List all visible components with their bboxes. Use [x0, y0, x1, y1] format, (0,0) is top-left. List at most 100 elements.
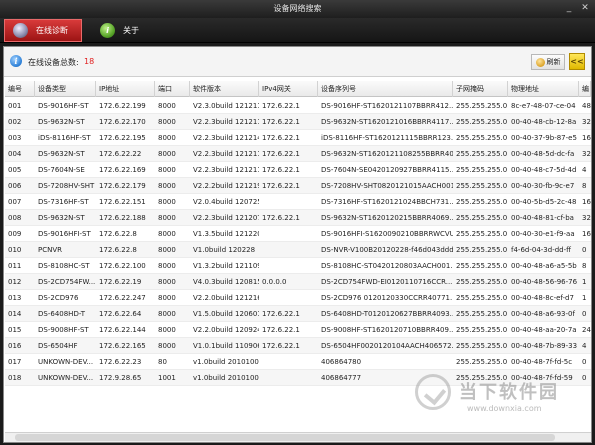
table-row[interactable]: 016 DS-6504HF 172.6.22.165 8000 V1.0.1build … — [5, 338, 591, 354]
table-row[interactable]: 017 UNKOWN-DEV... 172.6.22.23 80 v1.0build 2… — [5, 354, 591, 370]
column-port-header[interactable]: 端口 — [155, 81, 190, 97]
column-index-cell: 005 — [8, 166, 22, 174]
table-row[interactable]: 005 DS-7604N-SE 172.6.22.169 8000 V2.2.3buil… — [5, 162, 591, 178]
column-device-type-cell: DS-9632N-ST — [38, 150, 85, 158]
column-ip-cell: 172.6.22.199 — [99, 102, 146, 110]
column-gateway-cell: 172.6.22.1 — [262, 134, 300, 142]
column-subnet-cell: 255.255.255.0 — [456, 102, 508, 110]
column-mac-cell: 00-40-48-8c-ef-d7 — [511, 294, 574, 302]
column-extra-cell: 8 — [582, 262, 587, 270]
info-icon: i — [100, 23, 115, 38]
column-port-cell: 8000 — [158, 230, 176, 238]
watermark-logo-icon — [415, 374, 451, 410]
column-ip-cell: 172.6.22.188 — [99, 214, 146, 222]
refresh-icon — [535, 57, 545, 67]
table-row[interactable]: 003 iDS-8116HF-ST 172.6.22.195 8000 V2.2.3bu… — [5, 130, 591, 146]
column-port-cell: 8000 — [158, 246, 176, 254]
column-subnet-cell: 255.255.255.0 — [456, 118, 508, 126]
column-version-cell: V1.5.0build 120601 — [193, 310, 259, 318]
column-mac-cell: 00-40-48-5d-dc-fa — [511, 150, 575, 158]
column-subnet-cell: 255.255.255.0 — [456, 294, 508, 302]
column-gateway-cell — [259, 226, 318, 242]
column-extra-cell: 4 — [582, 166, 587, 174]
table-row[interactable]: 011 DS-8108HC-ST 172.6.22.100 8000 V1.3.2bui… — [5, 258, 591, 274]
window-controls: _ ✕ — [563, 2, 591, 14]
table-row[interactable]: 002 DS-9632N-ST 172.6.22.170 8000 V2.2.3buil… — [5, 114, 591, 130]
column-mac-header[interactable]: 物理地址 — [508, 81, 579, 97]
column-version-cell: V4.0.3build 120815 — [193, 278, 259, 286]
collapse-button[interactable]: << — [569, 53, 585, 70]
table-row[interactable]: 008 DS-9632N-ST 172.6.22.188 8000 V2.2.3buil… — [5, 210, 591, 226]
column-subnet-cell: 255.255.255.0 — [456, 262, 508, 270]
close-button[interactable]: ✕ — [579, 2, 591, 14]
scrollbar-thumb[interactable] — [15, 434, 555, 441]
column-version-header[interactable]: 软件版本 — [190, 81, 259, 97]
watermark-text: 当下软件园 — [459, 382, 559, 403]
table-row[interactable]: 015 DS-9008HF-ST 172.6.22.144 8000 V2.2.0bui… — [5, 322, 591, 338]
column-ip-cell: 172.6.22.100 — [99, 262, 146, 270]
column-subnet-cell: 255.255.255.0 — [456, 326, 508, 334]
column-device-type-header[interactable]: 设备类型 — [35, 81, 96, 97]
column-subnet-cell: 255.255.255.0 — [456, 278, 508, 286]
column-subnet-cell: 255.255.255.0 — [456, 246, 508, 254]
column-mac-cell: 00-40-30-e1-f9-aa — [511, 230, 575, 238]
column-extra-header[interactable]: 编 — [579, 81, 591, 97]
column-ip-cell: 172.6.22.144 — [99, 326, 146, 334]
column-version-cell: V2.0.4build 120725 — [193, 198, 259, 206]
title-bar[interactable]: 设备网络搜索 _ ✕ — [0, 0, 595, 18]
column-device-type-cell: DS-7316HF-ST — [38, 198, 89, 206]
table-row[interactable]: 001 DS-9016HF-ST 172.6.22.199 8000 V2.3.0bui… — [5, 98, 591, 114]
app-window: 设备网络搜索 _ ✕ 在线诊断 i 关于 i 在线设备总数: 18 刷新 << … — [0, 0, 595, 445]
column-serial-cell: DS-7316HF-ST1620121024BBCH731... — [321, 198, 453, 206]
table-row[interactable]: 007 DS-7316HF-ST 172.6.22.151 8000 V2.0.4bui… — [5, 194, 591, 210]
column-device-type-cell: DS-9016HFI-ST — [38, 230, 91, 238]
column-extra-cell: 8 — [582, 182, 587, 190]
table-row[interactable]: 013 DS-2CD976 172.6.22.247 8000 V2.2.0build … — [5, 290, 591, 306]
column-extra-cell: 16 — [582, 198, 591, 206]
column-gateway-header[interactable]: IPv4网关 — [259, 81, 318, 97]
column-port-cell: 8000 — [158, 134, 176, 142]
tab-online-diagnosis[interactable]: 在线诊断 — [4, 19, 82, 42]
column-serial-cell: DS-9016HFI-S1620090210BBRRWCVU... — [321, 230, 453, 238]
column-ip-header[interactable]: IP地址 — [96, 81, 155, 97]
tab-about[interactable]: i 关于 — [92, 19, 166, 42]
column-serial-cell: DS-9008HF-ST1620120710BBRR409... — [321, 326, 453, 334]
column-subnet-header[interactable]: 子网掩码 — [453, 81, 508, 97]
column-serial-cell: DS-6408HD-T0120120627BBRR4093... — [321, 310, 453, 318]
column-index-header[interactable]: 编号 — [5, 81, 35, 97]
table-row[interactable]: 012 DS-2CD754FW... 172.6.22.19 8000 V4.0.3bu… — [5, 274, 591, 290]
watermark: 当下软件园 www.downxia.com — [415, 374, 591, 434]
column-version-cell: V1.0.1build 110906 — [193, 342, 259, 350]
column-mac-cell: 00-40-48-c7-5d-4d — [511, 166, 577, 174]
column-index-cell: 012 — [8, 278, 22, 286]
column-mac-cell: 00-40-48-a6-a5-5b — [511, 262, 577, 270]
table-row[interactable]: 010 PCNVR 172.6.22.8 8000 V1.0build 120228 DS… — [5, 242, 591, 258]
column-subnet-cell: 255.255.255.0 — [456, 230, 508, 238]
column-gateway-cell: 172.6.22.1 — [262, 118, 300, 126]
column-device-type-cell: DS-9008HF-ST — [38, 326, 89, 334]
column-device-type-cell: DS-2CD976 — [38, 294, 79, 302]
tab-label: 关于 — [123, 26, 139, 35]
column-port-cell: 8000 — [158, 118, 176, 126]
column-gateway-cell — [259, 370, 318, 386]
column-subnet-cell: 255.255.255.0 — [456, 182, 508, 190]
table-row[interactable]: 014 DS-6408HD-T 172.6.22.64 8000 V1.5.0build… — [5, 306, 591, 322]
column-version-cell: V2.2.3build 121211 — [193, 118, 259, 126]
table-row[interactable]: 004 DS-9632N-ST 172.6.22.22 8000 V2.2.3build… — [5, 146, 591, 162]
column-index-cell: 009 — [8, 230, 22, 238]
column-serial-cell: DS-8108HC-ST0420120803AACH001... — [321, 262, 453, 270]
column-extra-cell: 0 — [582, 358, 587, 366]
table-row[interactable]: 009 DS-9016HFI-ST 172.6.22.8 8000 V1.3.5buil… — [5, 226, 591, 242]
column-subnet-cell: 255.255.255.0 — [456, 166, 508, 174]
column-ip-cell: 172.6.22.22 — [99, 150, 142, 158]
column-serial-header[interactable]: 设备序列号 — [318, 81, 453, 97]
column-mac-cell: 00-40-48-7f-fd-5c — [511, 358, 573, 366]
table-row[interactable]: 006 DS-7208HV-SHT 172.6.22.179 8000 V2.2.2bu… — [5, 178, 591, 194]
info-circle-icon: i — [10, 55, 22, 67]
column-mac-cell: 00-40-30-fb-9c-e7 — [511, 182, 575, 190]
column-index-cell: 014 — [8, 310, 22, 318]
column-version-cell: V1.0build 120228 — [193, 246, 256, 254]
minimize-button[interactable]: _ — [563, 2, 575, 14]
refresh-button[interactable]: 刷新 — [531, 54, 565, 70]
column-extra-cell: 24 — [582, 326, 591, 334]
